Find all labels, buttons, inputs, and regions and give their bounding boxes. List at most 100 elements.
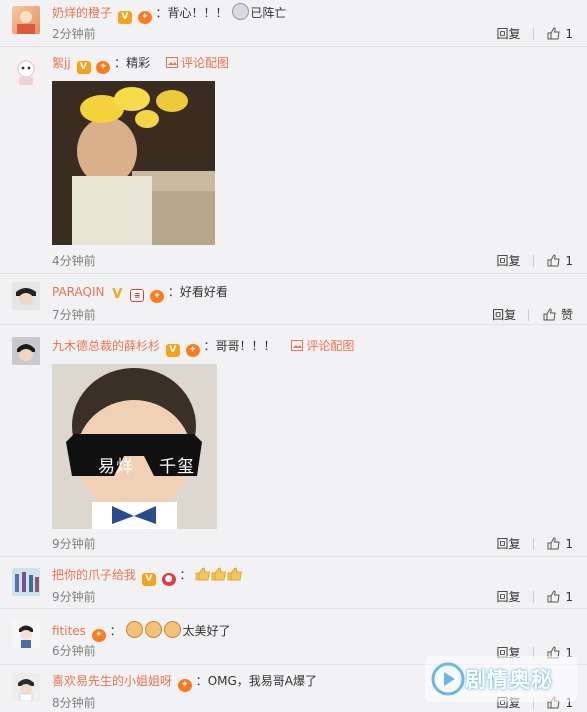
watermark: 剧情奥秘 bbox=[425, 656, 577, 702]
pic-link-label: 评论配图 bbox=[181, 56, 230, 70]
thumbs-up-emoji-icon bbox=[227, 567, 243, 581]
colon: ： bbox=[167, 285, 180, 299]
divider bbox=[528, 309, 530, 321]
comment-text: 太美好了 bbox=[182, 624, 231, 638]
avatar[interactable] bbox=[12, 57, 40, 85]
like-button[interactable]: 1 bbox=[547, 254, 573, 268]
reply-button[interactable]: 回复 bbox=[497, 27, 521, 41]
doge-emoji-icon bbox=[145, 621, 163, 638]
fan-badge-icon: ✦ bbox=[137, 11, 152, 24]
comment-time: 8分钟前 bbox=[52, 696, 96, 710]
like-count: 1 bbox=[565, 254, 573, 268]
medal-badge-icon: ● bbox=[161, 573, 176, 586]
comment-item: 九木德总裁的薛杉杉 V ✦ ：哥哥！！！ 评论配图 易烊 千玺 9分钟前 回复 … bbox=[0, 325, 587, 557]
comment-picture-link[interactable]: 评论配图 bbox=[291, 339, 354, 353]
colon: ： bbox=[195, 674, 208, 688]
watermark-logo-icon bbox=[431, 662, 465, 696]
comment-feed: 奶烊的橙子 V ✦ ：背心！！！ 已阵亡 2分钟前 回复 1 絮jj V ✦ ：… bbox=[0, 0, 587, 710]
colon: ： bbox=[155, 6, 168, 20]
emoji-caption: 已阵亡 bbox=[250, 6, 287, 20]
thumbs-up-icon bbox=[547, 27, 560, 40]
image-icon bbox=[166, 57, 179, 68]
username[interactable]: 九木德总裁的薛杉杉 bbox=[52, 339, 160, 353]
comment-text: 精彩 bbox=[126, 56, 151, 70]
username[interactable]: 奶烊的橙子 bbox=[52, 6, 112, 20]
username[interactable]: 把你的爪子给我 bbox=[52, 568, 136, 582]
like-button[interactable]: 1 bbox=[547, 27, 573, 41]
avatar[interactable] bbox=[12, 337, 40, 365]
comment-time: 9分钟前 bbox=[52, 590, 96, 604]
image-icon bbox=[291, 340, 304, 351]
doge-emoji-icon bbox=[126, 621, 144, 638]
thumbs-up-icon bbox=[547, 590, 560, 603]
comment-line: 奶烊的橙子 V ✦ ：背心！！！ 已阵亡 bbox=[52, 3, 286, 24]
colon: ： bbox=[179, 568, 192, 582]
divider bbox=[532, 255, 534, 267]
like-button[interactable]: 赞 bbox=[543, 308, 573, 322]
avatar[interactable] bbox=[12, 673, 40, 701]
thumbs-up-icon bbox=[543, 308, 556, 321]
comment-text: 背心！！！ bbox=[167, 6, 228, 20]
reply-button[interactable]: 回复 bbox=[497, 254, 521, 268]
doge-emoji-icon bbox=[164, 621, 182, 638]
avatar[interactable] bbox=[12, 568, 40, 596]
thumbs-up-icon bbox=[547, 254, 560, 267]
fan-badge-icon: ✦ bbox=[149, 290, 164, 303]
comment-line: 九木德总裁的薛杉杉 V ✦ ：哥哥！！！ 评论配图 bbox=[52, 338, 354, 357]
comment-image[interactable] bbox=[52, 81, 215, 245]
watermark-text: 剧情奥秘 bbox=[465, 668, 553, 692]
comment-time: 9分钟前 bbox=[52, 537, 96, 551]
comment-time: 6分钟前 bbox=[52, 644, 96, 658]
comment-time: 7分钟前 bbox=[52, 308, 96, 322]
like-count: 1 bbox=[565, 537, 573, 551]
reply-button[interactable]: 回复 bbox=[497, 537, 521, 551]
comment-line: 絮jj V ✦ ：精彩 评论配图 bbox=[52, 55, 229, 74]
comment-time: 2分钟前 bbox=[52, 27, 96, 41]
comment-text: 好看好看 bbox=[179, 285, 228, 299]
image-caption-left: 易烊 bbox=[98, 457, 134, 477]
fan-badge-icon: ✦ bbox=[91, 629, 106, 642]
pic-link-label: 评论配图 bbox=[306, 339, 355, 353]
comment-line: PARAQIN V ≡ ✦ ：好看好看 bbox=[52, 284, 228, 303]
like-button[interactable]: 1 bbox=[547, 590, 573, 604]
divider bbox=[532, 28, 534, 40]
fan-badge-icon: ✦ bbox=[185, 344, 200, 357]
vip-badge-icon: V bbox=[165, 344, 180, 357]
colon: ： bbox=[203, 339, 216, 353]
like-label: 赞 bbox=[560, 308, 573, 322]
comment-image[interactable]: 易烊 千玺 bbox=[52, 364, 217, 529]
comment-picture-link[interactable]: 评论配图 bbox=[166, 56, 229, 70]
comment-actions: 回复 1 bbox=[497, 588, 573, 605]
comment-line: fitites ✦ ： 太美好了 bbox=[52, 621, 230, 642]
like-count: 1 bbox=[565, 27, 573, 41]
reply-button[interactable]: 回复 bbox=[492, 308, 516, 322]
vip-badge-icon: V bbox=[76, 61, 91, 74]
comment-line: 把你的爪子给我 V ● ： bbox=[52, 567, 243, 586]
comment-actions: 回复 赞 bbox=[492, 306, 573, 323]
fan-badge-icon: ✦ bbox=[96, 61, 111, 74]
comment-item: 把你的爪子给我 V ● ： 9分钟前 回复 1 bbox=[0, 557, 587, 609]
thumbs-up-emoji-icon bbox=[211, 567, 227, 581]
comment-actions: 回复 1 bbox=[497, 535, 573, 552]
username[interactable]: 絮jj bbox=[52, 56, 71, 70]
flag-badge-icon: ≡ bbox=[130, 289, 145, 302]
avatar[interactable] bbox=[12, 282, 40, 310]
vip-badge-icon: V bbox=[117, 11, 132, 24]
avatar[interactable] bbox=[12, 620, 40, 648]
comment-item: 奶烊的橙子 V ✦ ：背心！！！ 已阵亡 2分钟前 回复 1 bbox=[0, 0, 587, 47]
like-button[interactable]: 1 bbox=[547, 537, 573, 551]
username[interactable]: 喜欢易先生的小姐姐呀 bbox=[52, 674, 172, 688]
divider bbox=[532, 538, 534, 550]
comment-text: OMG，我易哥A爆了 bbox=[207, 674, 317, 688]
comment-item: 絮jj V ✦ ：精彩 评论配图 4分钟前 回复 1 bbox=[0, 47, 587, 274]
comment-item: PARAQIN V ≡ ✦ ：好看好看 7分钟前 回复 赞 bbox=[0, 274, 587, 325]
avatar[interactable] bbox=[12, 6, 40, 34]
thumbs-up-emoji-icon bbox=[195, 567, 211, 581]
username[interactable]: PARAQIN bbox=[52, 285, 105, 299]
verified-v-icon: V bbox=[112, 287, 123, 302]
image-caption-right: 千玺 bbox=[159, 457, 195, 477]
thumbs-up-icon bbox=[547, 537, 560, 550]
skull-emoji-icon bbox=[232, 3, 250, 20]
reply-button[interactable]: 回复 bbox=[497, 590, 521, 604]
username[interactable]: fitites bbox=[52, 624, 86, 638]
